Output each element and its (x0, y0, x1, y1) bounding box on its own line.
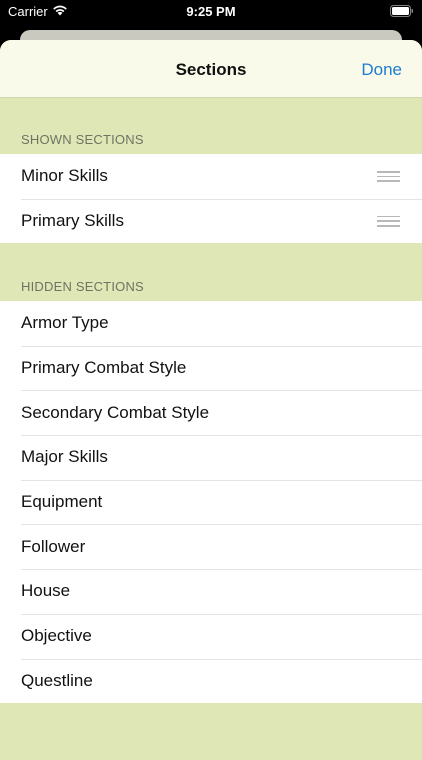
page-title: Sections (175, 60, 247, 79)
list-item-label: Equipment (21, 492, 103, 512)
list-item-label: Questline (21, 670, 93, 690)
list-item[interactable]: Major Skills (0, 435, 422, 480)
list-item[interactable]: Primary Skills (0, 198, 422, 244)
list-item[interactable]: Minor Skills (0, 154, 422, 199)
list-item-label: House (21, 581, 71, 601)
list-item-label: Primary Combat Style (21, 358, 187, 378)
list-item-label: Follower (21, 536, 86, 556)
reorder-grip-icon[interactable] (377, 215, 400, 227)
list-item[interactable]: Equipment (0, 479, 422, 525)
list-item[interactable]: Armor Type (0, 301, 422, 346)
shown-sections-header: SHOWN SECTIONS (21, 132, 144, 147)
clock: 9:25 PM (186, 4, 236, 19)
done-button[interactable]: Done (361, 60, 402, 80)
list-item-label: Objective (21, 626, 92, 646)
list-item[interactable]: Follower (0, 524, 422, 569)
list-item-label: Minor Skills (21, 166, 108, 186)
list-item-label: Primary Skills (21, 211, 124, 231)
navigation-bar: Sections Done (0, 40, 422, 98)
hidden-sections-header: HIDDEN SECTIONS (21, 279, 144, 294)
list-item[interactable]: Secondary Combat Style (0, 390, 422, 435)
list-item-label: Secondary Combat Style (21, 402, 210, 422)
list-item[interactable]: Objective (0, 613, 422, 659)
list-item-label: Armor Type (21, 313, 109, 333)
sections-sheet: Sections Done SHOWN SECTIONS Minor Skill… (0, 40, 422, 760)
battery-icon (390, 5, 414, 20)
list-item-label: Major Skills (21, 447, 108, 467)
hidden-sections-list: Armor Type Primary Combat Style Secondar… (0, 301, 422, 704)
list-item[interactable]: House (0, 569, 422, 614)
list-item[interactable]: Primary Combat Style (0, 345, 422, 391)
status-bar: Carrier 9:25 PM (0, 0, 422, 24)
reorder-grip-icon[interactable] (377, 171, 400, 182)
shown-sections-list: Minor Skills Primary Skills (0, 154, 422, 244)
list-item[interactable]: Questline (0, 658, 422, 704)
